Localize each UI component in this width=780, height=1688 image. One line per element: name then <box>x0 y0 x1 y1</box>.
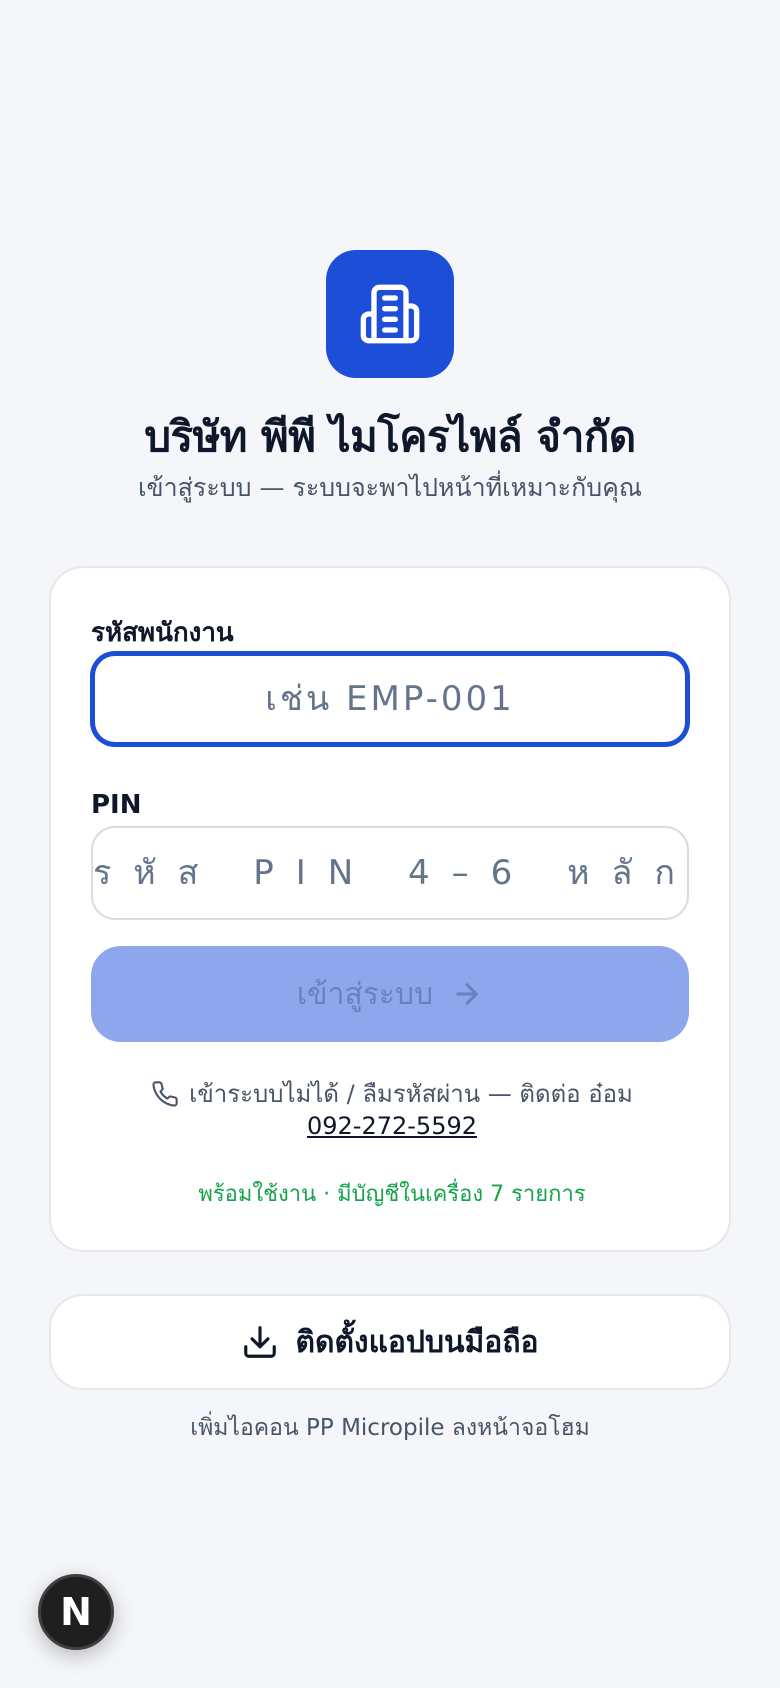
employee-id-label: รหัสพนักงาน <box>91 618 234 648</box>
install-app-label: ติดตั้งแอปบนมือถือ <box>295 1325 539 1359</box>
employee-id-input[interactable] <box>95 656 685 742</box>
help-row: เข้าระบบไม่ได้ / ลืมรหัสผ่าน — ติดต่อ อ๋… <box>51 1074 733 1113</box>
pin-field[interactable] <box>91 826 689 920</box>
status-message: พร้อมใช้งาน · มีบัญชีในเครื่อง 7 รายการ <box>198 1182 586 1207</box>
company-logo <box>326 250 454 378</box>
company-name: บริษัท พีพี ไมโครไพล์ จำกัด <box>144 412 636 461</box>
nextjs-logo-icon: N <box>60 1590 92 1634</box>
login-card: รหัสพนักงาน PIN เข้าสู่ระบบ เข้าระบบไม่ไ… <box>49 566 731 1252</box>
support-phone-row: 092-272-5592 <box>51 1112 733 1140</box>
login-page: บริษัท พีพี ไมโครไพล์ จำกัด เข้าสู่ระบบ … <box>0 0 780 1688</box>
page-subtitle: เข้าสู่ระบบ — ระบบจะพาไปหน้าที่เหมาะกับค… <box>137 473 643 502</box>
building-icon <box>360 284 420 344</box>
pin-input[interactable] <box>93 828 687 918</box>
download-icon <box>244 1326 277 1358</box>
install-hint: เพิ่มไอคอน PP Micropile ลงหน้าจอโฮม <box>190 1415 590 1441</box>
pin-label: PIN <box>91 790 142 820</box>
nextjs-dev-badge[interactable]: N <box>38 1574 114 1650</box>
support-phone-link[interactable]: 092-272-5592 <box>307 1112 477 1140</box>
employee-id-field[interactable] <box>91 652 689 746</box>
phone-icon <box>152 1080 178 1107</box>
arrow-right-icon <box>456 983 478 1005</box>
install-app-button[interactable]: ติดตั้งแอปบนมือถือ <box>49 1294 731 1390</box>
help-text: เข้าระบบไม่ได้ / ลืมรหัสผ่าน — ติดต่อ อ๋… <box>189 1080 633 1108</box>
login-submit-label: เข้าสู่ระบบ <box>296 976 434 1012</box>
login-submit-button[interactable]: เข้าสู่ระบบ <box>91 946 689 1042</box>
